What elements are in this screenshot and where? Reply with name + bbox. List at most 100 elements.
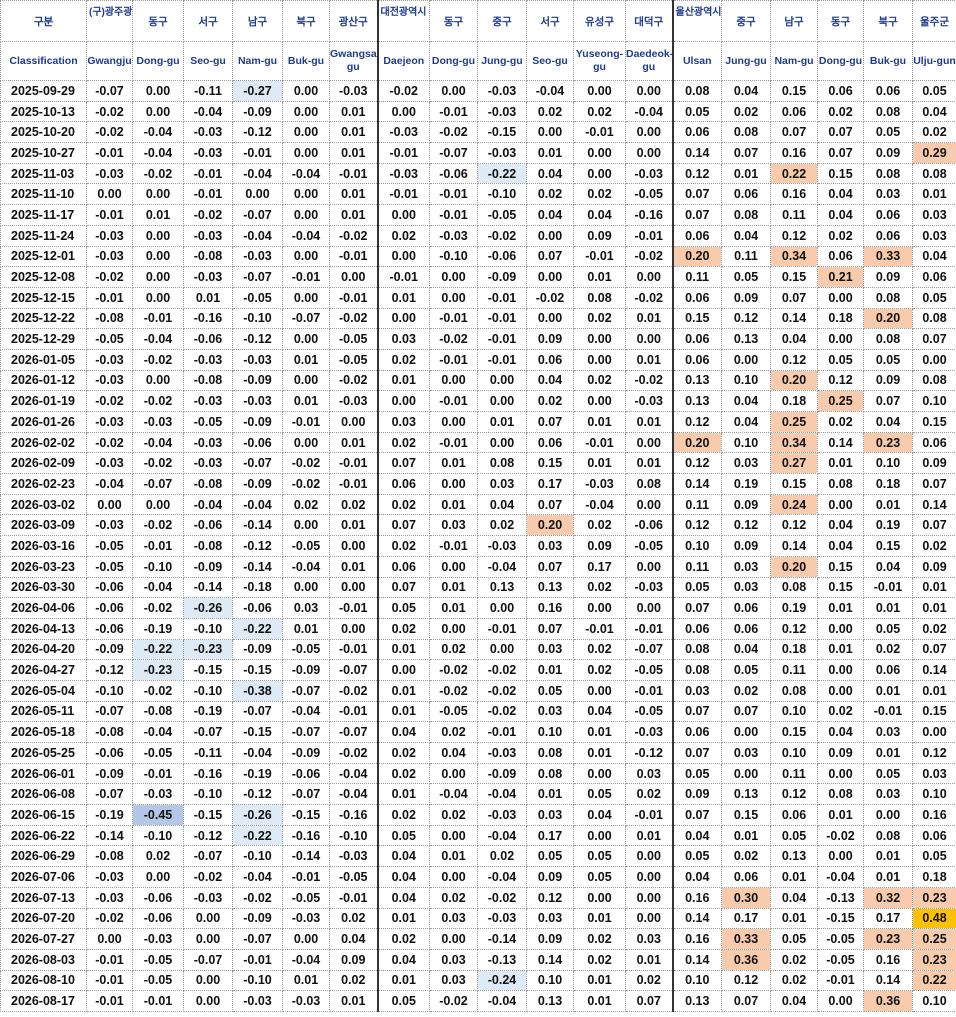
- table-row: 2026-08-10 -0.01 -0.05 0.00 -0.10 0.01 0.02 0.0…: [0, 969, 956, 992]
- value-cell: 0.07: [671, 700, 722, 723]
- value-cell: -0.15: [477, 121, 527, 144]
- value-cell: -0.04: [282, 948, 330, 971]
- value-cell: 0.00: [282, 514, 330, 537]
- value-cell: 0.12: [770, 783, 818, 806]
- row-date: 2026-08-03: [0, 948, 87, 971]
- value-cell: -0.26: [232, 804, 283, 826]
- value-cell: 0.04: [376, 866, 430, 888]
- value-cell: 0.00: [817, 762, 864, 785]
- row-date: 2026-01-05: [0, 348, 87, 371]
- value-cell: -0.05: [329, 328, 378, 350]
- value-cell: -0.01: [429, 100, 478, 123]
- value-cell: 0.09: [526, 866, 574, 888]
- value-cell: 0.04: [477, 493, 527, 516]
- value-cell: 0.04: [573, 204, 626, 226]
- value-cell: 0.07: [526, 493, 574, 516]
- value-cell: 0.27: [770, 452, 818, 475]
- value-cell: 0.02: [376, 928, 430, 950]
- value-cell: 0.03: [376, 328, 430, 350]
- value-cell: -0.22: [132, 638, 184, 661]
- value-cell: -0.09: [232, 100, 283, 123]
- table-row: 2026-04-13 -0.06 -0.19 -0.10 -0.22 0.01 0.00 0.…: [0, 617, 956, 640]
- value-cell: 0.02: [526, 183, 574, 206]
- value-cell: 0.06: [817, 245, 864, 268]
- value-cell: 0.11: [671, 555, 722, 578]
- value-cell: 0.09: [912, 555, 956, 578]
- column-header-ko: 동구: [817, 0, 864, 42]
- value-cell: 0.36: [721, 948, 771, 971]
- value-cell: 0.14: [671, 907, 722, 930]
- value-cell: 0.08: [526, 742, 574, 764]
- value-cell: -0.05: [625, 700, 673, 723]
- value-cell: 0.01: [429, 493, 478, 516]
- value-cell: -0.02: [132, 348, 184, 371]
- value-cell: 0.01: [863, 742, 913, 764]
- value-cell: 0.00: [132, 80, 184, 102]
- value-cell: -0.03: [86, 224, 133, 247]
- row-date: 2025-11-10: [0, 183, 87, 206]
- value-cell: 0.08: [671, 638, 722, 661]
- value-cell: -0.03: [477, 142, 527, 164]
- value-cell: -0.01: [429, 535, 478, 557]
- value-cell: -0.10: [183, 783, 233, 806]
- value-cell: 0.10: [671, 535, 722, 557]
- value-cell: 0.13: [477, 576, 527, 599]
- value-cell: 0.01: [526, 783, 574, 806]
- value-cell: 0.17: [526, 473, 574, 495]
- value-cell: -0.03: [132, 783, 184, 806]
- value-cell: 0.06: [912, 431, 956, 454]
- value-cell: 0.00: [817, 659, 864, 681]
- value-cell: 0.15: [526, 452, 574, 475]
- value-cell: 0.13: [526, 990, 574, 1012]
- value-cell: 0.04: [671, 824, 722, 847]
- value-cell: 0.20: [770, 369, 818, 392]
- value-cell: -0.03: [625, 390, 673, 412]
- value-cell: 0.01: [282, 348, 330, 371]
- value-cell: 0.00: [912, 721, 956, 743]
- value-cell: -0.10: [232, 845, 283, 868]
- table-row: 2026-07-06 -0.03 0.00 -0.02 -0.04 -0.01 -0.05 0…: [0, 866, 956, 888]
- value-cell: 0.08: [770, 576, 818, 599]
- value-cell: 0.00: [817, 493, 864, 516]
- value-cell: -0.12: [183, 824, 233, 847]
- value-cell: 0.14: [863, 969, 913, 992]
- column-header-ko: (구)광주광: [86, 0, 133, 42]
- value-cell: 0.09: [912, 452, 956, 475]
- value-cell: 0.15: [817, 576, 864, 599]
- value-cell: 0.23: [863, 928, 913, 950]
- value-cell: 0.20: [526, 514, 574, 537]
- value-cell: -0.02: [132, 597, 184, 619]
- value-cell: -0.09: [282, 742, 330, 764]
- value-cell: 0.14: [770, 307, 818, 330]
- value-cell: -0.11: [183, 742, 233, 764]
- value-cell: -0.19: [86, 804, 133, 826]
- value-cell: -0.12: [232, 535, 283, 557]
- value-cell: 0.10: [912, 990, 956, 1012]
- value-cell: 0.07: [817, 121, 864, 144]
- table-row: 2025-10-20 -0.02 -0.04 -0.03 -0.12 0.00 0.01 -0…: [0, 121, 956, 144]
- value-cell: -0.01: [376, 183, 430, 206]
- value-cell: 0.04: [721, 411, 771, 433]
- row-date: 2026-07-20: [0, 907, 87, 930]
- value-cell: 0.01: [329, 431, 378, 454]
- value-cell: 0.13: [526, 576, 574, 599]
- value-cell: -0.04: [132, 431, 184, 454]
- column-header-ko: 중구: [477, 0, 527, 42]
- value-cell: 0.05: [912, 286, 956, 309]
- value-cell: 0.04: [863, 411, 913, 433]
- value-cell: -0.08: [86, 845, 133, 868]
- value-cell: 0.02: [329, 969, 378, 992]
- value-cell: -0.07: [232, 928, 283, 950]
- value-cell: -0.05: [625, 659, 673, 681]
- value-cell: 0.10: [770, 742, 818, 764]
- value-cell: 0.33: [863, 245, 913, 268]
- value-cell: -0.04: [329, 783, 378, 806]
- table-row: 2025-12-15 -0.01 0.00 0.01 -0.05 0.00 -0.01 0.0…: [0, 286, 956, 309]
- value-cell: 0.02: [376, 804, 430, 826]
- value-cell: 0.07: [721, 700, 771, 723]
- value-cell: -0.03: [232, 348, 283, 371]
- table-row: 2026-05-25 -0.06 -0.05 -0.11 -0.04 -0.09 -0.02…: [0, 742, 956, 764]
- value-cell: 0.34: [770, 431, 818, 454]
- value-cell: 0.07: [671, 742, 722, 764]
- row-date: 2025-10-13: [0, 100, 87, 123]
